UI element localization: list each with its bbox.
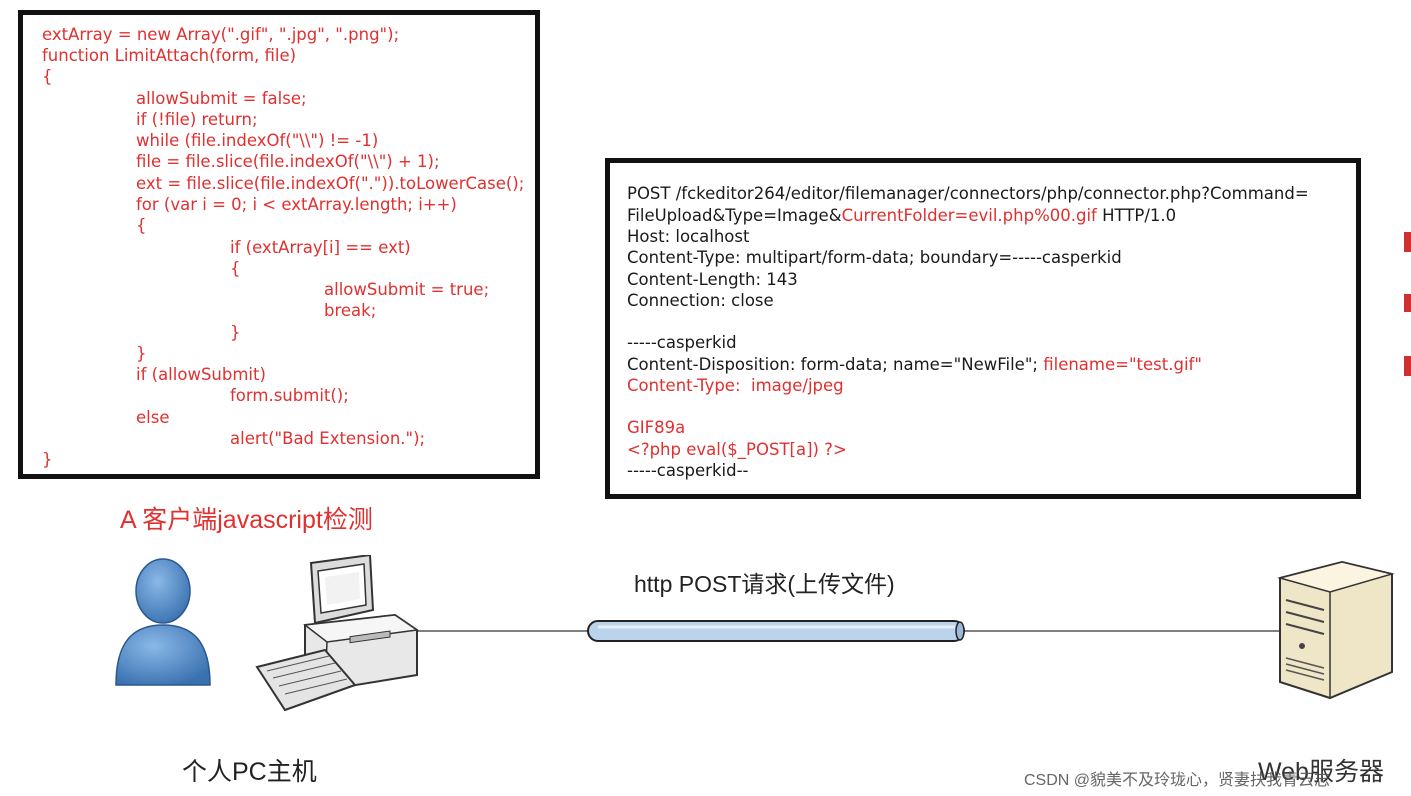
pipe-icon	[587, 620, 965, 642]
edge-mark	[1404, 356, 1411, 376]
server-icon	[1277, 560, 1395, 700]
user-icon	[115, 558, 211, 686]
edge-mark	[1404, 232, 1411, 252]
pc-icon	[255, 555, 420, 712]
edge-mark	[1404, 294, 1411, 312]
